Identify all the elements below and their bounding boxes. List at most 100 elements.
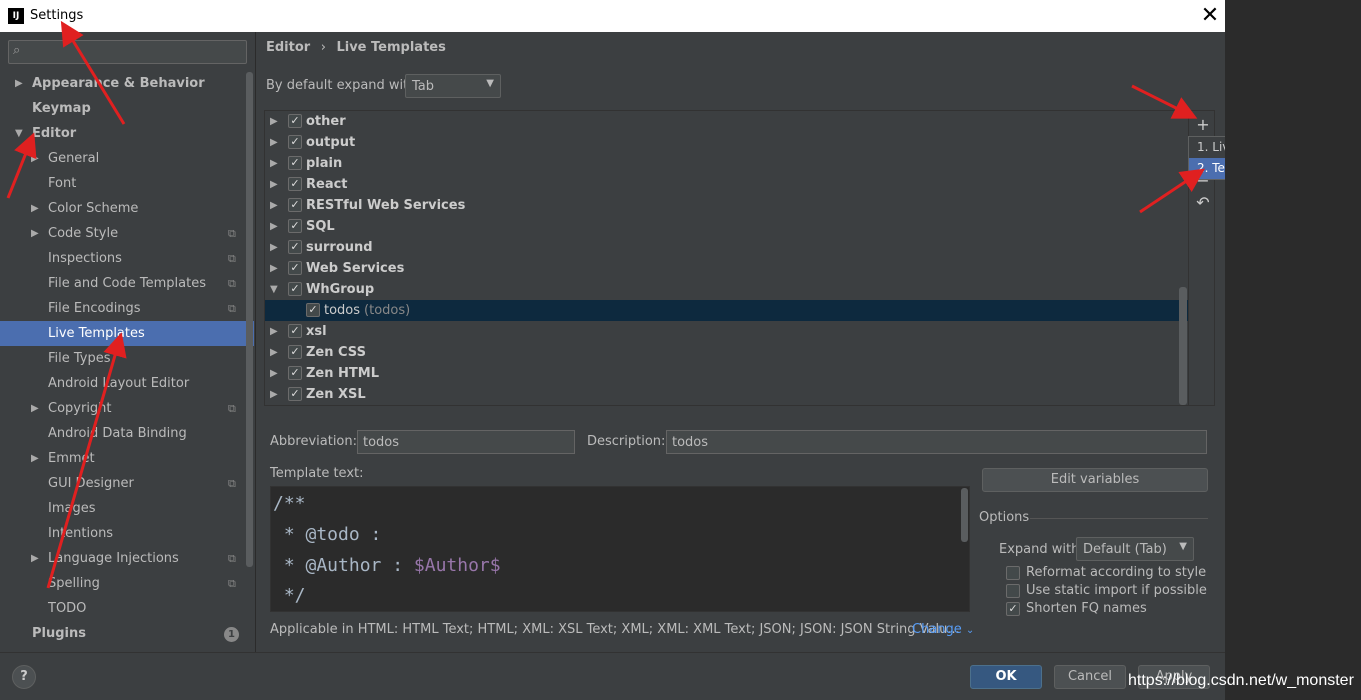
enabled-checkbox[interactable]: ✓ (288, 135, 302, 149)
sidebar-item[interactable]: Inspections ⧉ (0, 246, 254, 271)
sidebar-item[interactable]: Font (0, 171, 254, 196)
collapsed-arrow-icon[interactable]: ▶ (270, 174, 278, 195)
template-name-text: surround (306, 240, 373, 255)
default-expand-select[interactable]: Tab ▼ (405, 74, 501, 98)
template-name: WhGroup (306, 279, 374, 300)
template-group-row[interactable]: ▶ ✓ React (265, 174, 1188, 195)
collapsed-arrow-icon[interactable]: ▶ (270, 237, 278, 258)
collapsed-arrow-icon[interactable]: ▶ (270, 153, 278, 174)
enabled-checkbox[interactable]: ✓ (306, 303, 320, 317)
collapsed-arrow-icon[interactable]: ▶ (270, 111, 278, 132)
expanded-arrow-icon[interactable]: ▼ (270, 279, 278, 300)
collapsed-arrow-icon[interactable]: ▶ (270, 132, 278, 153)
collapsed-arrow-icon[interactable]: ▶ (31, 546, 39, 571)
sidebar-item[interactable]: ▶ Code Style ⧉ (0, 221, 254, 246)
search-input[interactable] (33, 42, 243, 62)
template-group-row[interactable]: ▶ ✓ surround (265, 237, 1188, 258)
sidebar-item[interactable]: Android Data Binding (0, 421, 254, 446)
editor-scrollbar[interactable] (961, 488, 968, 542)
option-checkbox[interactable] (1006, 584, 1020, 598)
template-name-text: RESTful Web Services (306, 198, 466, 213)
collapsed-arrow-icon[interactable]: ▶ (31, 396, 39, 421)
enabled-checkbox[interactable]: ✓ (288, 282, 302, 296)
sidebar-item-label: Images (48, 501, 96, 516)
template-group-row[interactable]: ▼ ✓ WhGroup (265, 279, 1188, 300)
settings-search[interactable]: ⌕ (8, 40, 247, 64)
description-field[interactable] (666, 430, 1207, 454)
sidebar-item[interactable]: Intentions (0, 521, 254, 546)
template-name: todos (todos) (324, 300, 410, 321)
template-group-row[interactable]: ▶ ✓ xsl (265, 321, 1188, 342)
collapsed-arrow-icon[interactable]: ▶ (270, 342, 278, 363)
enabled-checkbox[interactable]: ✓ (288, 324, 302, 338)
sidebar-item[interactable]: GUI Designer ⧉ (0, 471, 254, 496)
sidebar-item[interactable]: ▶ General (0, 146, 254, 171)
enabled-checkbox[interactable]: ✓ (288, 156, 302, 170)
ok-button[interactable]: OK (970, 665, 1042, 689)
sidebar-item[interactable]: Plugins 1 (0, 621, 254, 646)
collapsed-arrow-icon[interactable]: ▶ (270, 321, 278, 342)
sidebar-item[interactable]: Images (0, 496, 254, 521)
template-group-row[interactable]: ▶ ✓ other (265, 111, 1188, 132)
collapsed-arrow-icon[interactable]: ▶ (270, 258, 278, 279)
enabled-checkbox[interactable]: ✓ (288, 366, 302, 380)
template-group-row[interactable]: ▶ ✓ Web Services (265, 258, 1188, 279)
template-group-row[interactable]: ▶ ✓ Zen XSL (265, 384, 1188, 405)
abbreviation-field[interactable] (357, 430, 575, 454)
sidebar-item[interactable]: File and Code Templates ⧉ (0, 271, 254, 296)
sidebar-item[interactable]: File Encodings ⧉ (0, 296, 254, 321)
sidebar-item[interactable]: Android Layout Editor (0, 371, 254, 396)
sidebar-item[interactable]: File Types (0, 346, 254, 371)
sidebar-item[interactable]: ▶ Color Scheme (0, 196, 254, 221)
sidebar-item[interactable]: Live Templates (0, 321, 254, 346)
enabled-checkbox[interactable]: ✓ (288, 177, 302, 191)
enabled-checkbox[interactable]: ✓ (288, 240, 302, 254)
sidebar-item[interactable]: Spelling ⧉ (0, 571, 254, 596)
change-contexts-link[interactable]: Change ⌄ (912, 622, 974, 637)
enabled-checkbox[interactable]: ✓ (288, 261, 302, 275)
option-checkbox[interactable]: ✓ (1006, 602, 1020, 616)
template-group-row[interactable]: ▶ ✓ Zen HTML (265, 363, 1188, 384)
template-group-row[interactable]: ▶ ✓ RESTful Web Services (265, 195, 1188, 216)
template-group-row[interactable]: ▶ ✓ SQL (265, 216, 1188, 237)
sidebar-scrollbar[interactable] (246, 72, 253, 567)
cancel-button[interactable]: Cancel (1054, 665, 1126, 689)
help-button[interactable]: ? (12, 665, 36, 689)
collapsed-arrow-icon[interactable]: ▶ (270, 363, 278, 384)
expanded-arrow-icon[interactable]: ▼ (15, 121, 23, 146)
enabled-checkbox[interactable]: ✓ (288, 198, 302, 212)
option-checkbox[interactable] (1006, 566, 1020, 580)
expand-with-select[interactable]: Default (Tab) ▼ (1076, 537, 1194, 561)
collapsed-arrow-icon[interactable]: ▶ (31, 221, 39, 246)
edit-variables-button[interactable]: Edit variables (982, 468, 1208, 492)
collapsed-arrow-icon[interactable]: ▶ (270, 216, 278, 237)
sidebar-item[interactable]: TODO (0, 596, 254, 621)
collapsed-arrow-icon[interactable]: ▶ (31, 446, 39, 471)
restore-icon[interactable]: ↶ (1192, 193, 1214, 213)
collapsed-arrow-icon[interactable]: ▶ (270, 384, 278, 405)
enabled-checkbox[interactable]: ✓ (288, 219, 302, 233)
collapsed-arrow-icon[interactable]: ▶ (270, 195, 278, 216)
sidebar-item[interactable]: ▶ Language Injections ⧉ (0, 546, 254, 571)
close-icon[interactable]: ✕ (1198, 2, 1222, 30)
template-row[interactable]: ✓ todos (todos) (265, 300, 1188, 321)
enabled-checkbox[interactable]: ✓ (288, 387, 302, 401)
sidebar-item[interactable]: ▼ Editor (0, 121, 254, 146)
sidebar-item[interactable]: ▶ Appearance & Behavior (0, 71, 254, 96)
template-group-row[interactable]: ▶ ✓ output (265, 132, 1188, 153)
sidebar-item[interactable]: ▶ Copyright ⧉ (0, 396, 254, 421)
add-icon[interactable]: + (1192, 115, 1214, 135)
collapsed-arrow-icon[interactable]: ▶ (31, 196, 39, 221)
breadcrumb-parent[interactable]: Editor (266, 40, 310, 55)
sidebar-item[interactable]: ▶ Emmet (0, 446, 254, 471)
enabled-checkbox[interactable]: ✓ (288, 345, 302, 359)
template-tree-scrollbar[interactable] (1179, 287, 1187, 405)
enabled-checkbox[interactable]: ✓ (288, 114, 302, 128)
template-name-text: plain (306, 156, 343, 171)
template-group-row[interactable]: ▶ ✓ Zen CSS (265, 342, 1188, 363)
collapsed-arrow-icon[interactable]: ▶ (31, 146, 39, 171)
template-text-editor[interactable]: /** * @todo : * @Author : $Author$ */ (270, 486, 970, 612)
template-group-row[interactable]: ▶ ✓ plain (265, 153, 1188, 174)
sidebar-item[interactable]: Keymap (0, 96, 254, 121)
collapsed-arrow-icon[interactable]: ▶ (15, 71, 23, 96)
